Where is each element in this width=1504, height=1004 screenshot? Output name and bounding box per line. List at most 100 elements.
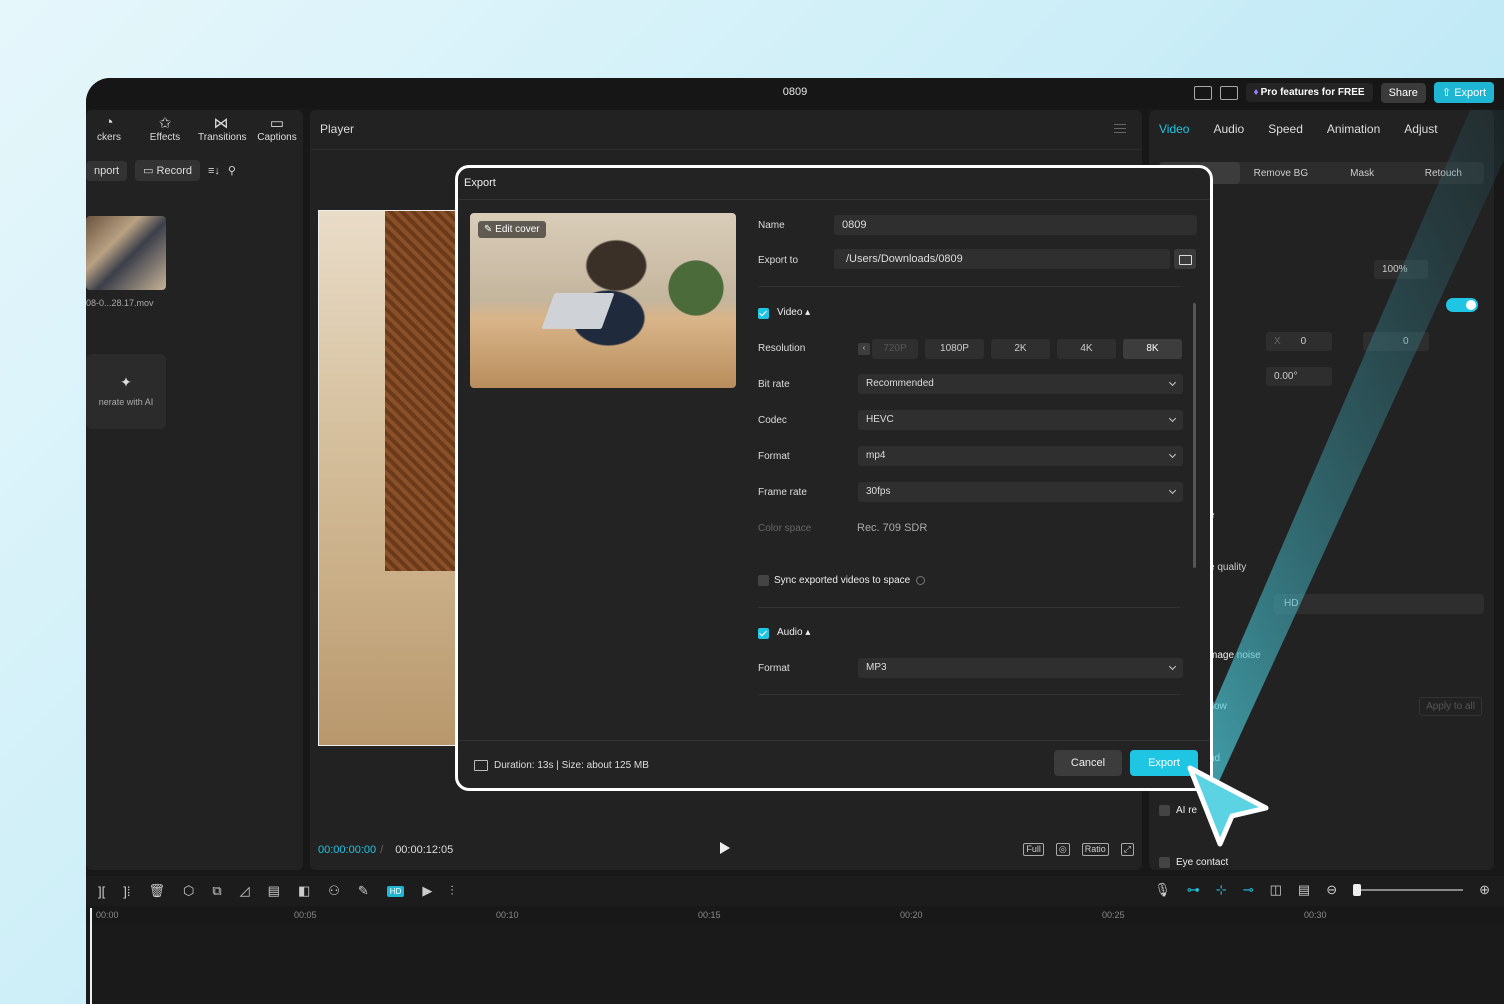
- framerate-select[interactable]: 30fps: [858, 482, 1183, 502]
- share-button[interactable]: Share: [1380, 82, 1426, 103]
- zoom-out-icon[interactable]: ⊖: [1326, 882, 1337, 898]
- video-checkbox[interactable]: [758, 308, 769, 319]
- caption-preview-icon[interactable]: ▤: [1298, 882, 1310, 898]
- res-4k[interactable]: 4K: [1057, 339, 1116, 359]
- ruler-tick: 00:00: [96, 910, 119, 920]
- dialog-title: Export: [458, 168, 1210, 200]
- tab-animation[interactable]: Animation: [1327, 122, 1380, 138]
- cancel-button[interactable]: Cancel: [1054, 750, 1122, 776]
- codec-select[interactable]: HEVC: [858, 410, 1183, 430]
- audio-split-icon[interactable]: ◧: [298, 883, 310, 899]
- marker-icon[interactable]: ⬡: [183, 883, 194, 899]
- tab-adjust[interactable]: Adjust: [1404, 122, 1437, 138]
- x-label: X: [1274, 336, 1281, 347]
- crop-icon[interactable]: ⧉: [212, 883, 221, 899]
- dialog-footer: Duration: 13s | Size: about 125 MB Cance…: [458, 740, 1210, 788]
- subtab-retouch[interactable]: Retouch: [1403, 168, 1484, 179]
- mic-icon[interactable]: 🎙: [1154, 882, 1171, 898]
- ai-checkbox[interactable]: [1159, 805, 1170, 816]
- audio-checkbox[interactable]: [758, 628, 769, 639]
- sticker-icon: ◔: [104, 114, 114, 131]
- export-top-button[interactable]: ⇧ Export: [1433, 82, 1494, 103]
- record-button[interactable]: ▭ Record: [135, 160, 200, 181]
- chevron-left-icon[interactable]: ‹: [858, 343, 870, 355]
- video-icon[interactable]: ▶: [422, 883, 432, 899]
- info-icon[interactable]: [916, 575, 926, 585]
- timeline-toolbar: ][ ]⁞ 🗑 ⬡ ⧉ ◿ ▤ ◧ ⚇ ✎ HD ▶ ⫶ 🎙 ⊶ ⊹ ⊸ ◫ ▤…: [86, 876, 1504, 906]
- audio-section-title[interactable]: Audio ▴: [777, 627, 810, 638]
- quality-select[interactable]: HD: [1274, 594, 1484, 614]
- tool-effects[interactable]: ✩ Effects: [142, 114, 188, 143]
- position-x-input[interactable]: 0: [1301, 336, 1307, 347]
- link-icon[interactable]: ⊶: [1187, 882, 1200, 898]
- magic-icon[interactable]: ✎: [358, 883, 369, 899]
- res-2k[interactable]: 2K: [991, 339, 1050, 359]
- tool-transitions[interactable]: ⋈ Transitions: [198, 114, 247, 143]
- split-left-icon[interactable]: ][: [98, 884, 105, 899]
- delete-icon[interactable]: 🗑: [148, 883, 165, 899]
- edit-cover-button[interactable]: ✎ Edit cover: [478, 221, 546, 238]
- folder-icon[interactable]: [1174, 249, 1196, 269]
- subtab-remove-bg[interactable]: Remove BG: [1240, 168, 1321, 179]
- timeline-track-area[interactable]: [86, 924, 1504, 1004]
- split-preview-icon[interactable]: ◫: [1270, 882, 1282, 898]
- format-select[interactable]: mp4: [858, 446, 1183, 466]
- layout-icon[interactable]: [1193, 85, 1212, 100]
- pro-features-button[interactable]: ♦ Pro features for FREE: [1245, 83, 1373, 102]
- filter-icon[interactable]: ⚲: [228, 164, 236, 177]
- full-button[interactable]: Full: [1023, 843, 1044, 856]
- play-button[interactable]: [720, 842, 730, 854]
- chain-icon[interactable]: ⊸: [1243, 882, 1254, 898]
- sparkle-icon: ✦: [120, 374, 132, 390]
- ratio-button[interactable]: Ratio: [1081, 843, 1109, 856]
- hd-badge[interactable]: HD: [386, 885, 405, 897]
- sync-checkbox[interactable]: [758, 575, 769, 586]
- chevron-down-icon: [1168, 414, 1177, 423]
- waveform-icon[interactable]: ⫶: [450, 883, 453, 899]
- person-icon[interactable]: ⚇: [328, 883, 340, 899]
- tab-video[interactable]: Video: [1159, 122, 1189, 138]
- position-y-input[interactable]: 0: [1363, 332, 1429, 351]
- tool-stickers[interactable]: ◔ ckers: [86, 114, 132, 143]
- apply-to-all-button[interactable]: Apply to all: [1419, 697, 1482, 716]
- playhead[interactable]: [90, 908, 92, 1004]
- generate-with-ai-button[interactable]: ✦ nerate with AI: [86, 354, 166, 429]
- caption-icon[interactable]: ▤: [268, 883, 280, 899]
- zoom-in-icon[interactable]: ⊕: [1479, 882, 1490, 898]
- snapshot-icon[interactable]: ◎: [1055, 843, 1070, 856]
- keyboard-icon[interactable]: [1219, 85, 1238, 100]
- tab-audio[interactable]: Audio: [1213, 122, 1244, 138]
- tool-captions[interactable]: ▭ Captions: [254, 114, 300, 143]
- upload-icon: ⇧: [1441, 87, 1455, 99]
- tab-speed[interactable]: Speed: [1268, 122, 1303, 138]
- scrollbar[interactable]: [1193, 303, 1196, 568]
- pencil-icon: ✎: [484, 224, 496, 235]
- rotate-input[interactable]: 0.00°: [1266, 367, 1332, 386]
- fullscreen-icon[interactable]: ⤢: [1120, 843, 1134, 856]
- eye-contact-checkbox[interactable]: [1159, 857, 1170, 868]
- zoom-slider[interactable]: [1353, 884, 1464, 896]
- audio-format-label: Format: [758, 663, 790, 674]
- subtab-mask[interactable]: Mask: [1322, 168, 1403, 179]
- bitrate-select[interactable]: Recommended: [858, 374, 1183, 394]
- video-section-title[interactable]: Video ▴: [777, 307, 810, 318]
- res-8k[interactable]: 8K: [1123, 339, 1182, 359]
- uniform-scale-toggle[interactable]: [1446, 298, 1478, 312]
- res-720p[interactable]: 720P: [872, 339, 918, 359]
- sort-icon[interactable]: ≡↓: [208, 165, 220, 177]
- name-input[interactable]: 0809: [834, 215, 1197, 235]
- menu-icon[interactable]: [1114, 124, 1126, 133]
- ruler-tick: 00:05: [294, 910, 317, 920]
- split-right-icon[interactable]: ]⁞: [123, 884, 130, 899]
- speed-icon[interactable]: ◿: [240, 883, 250, 899]
- res-1080p[interactable]: 1080P: [925, 339, 984, 359]
- cover-image[interactable]: ✎ Edit cover: [470, 213, 736, 388]
- export-path-input[interactable]: /Users/Downloads/0809: [834, 249, 1170, 269]
- media-thumbnail[interactable]: [86, 216, 166, 290]
- snap-icon[interactable]: ⊹: [1216, 882, 1227, 898]
- audio-format-select[interactable]: MP3: [858, 658, 1183, 678]
- scale-input[interactable]: 100%: [1374, 260, 1428, 279]
- noise-label: mage noise: [1209, 650, 1261, 661]
- resolution-label: Resolution: [758, 343, 806, 354]
- import-button[interactable]: nport: [86, 160, 128, 181]
